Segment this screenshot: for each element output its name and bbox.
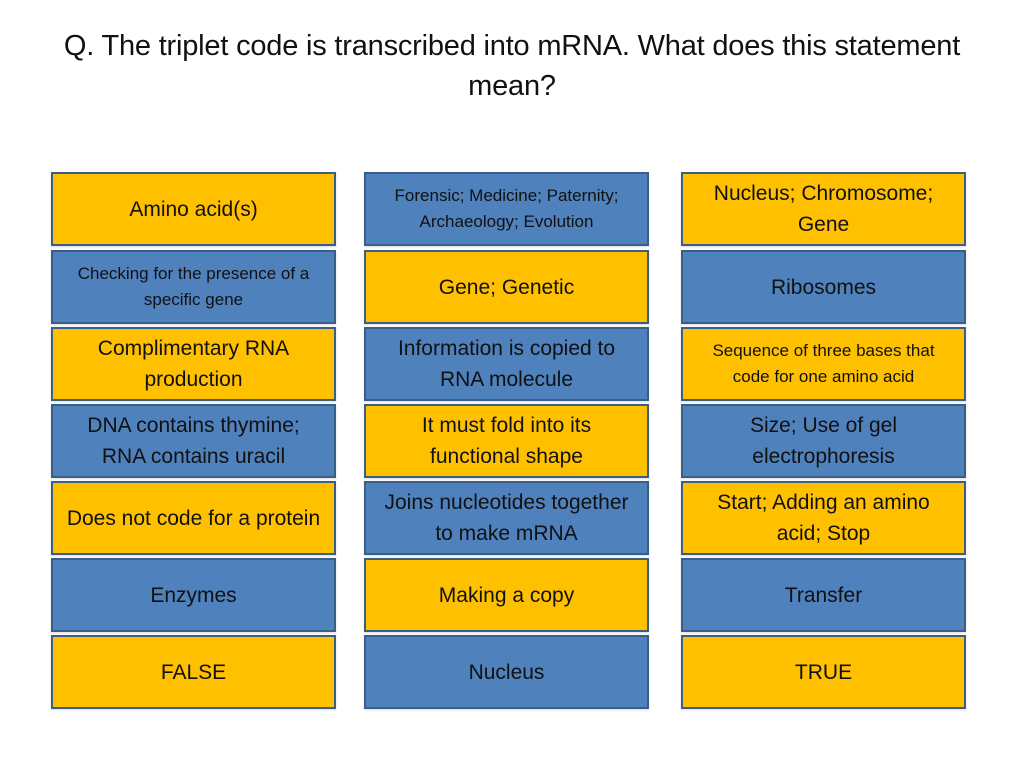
answer-card[interactable]: Making a copy: [364, 558, 649, 632]
answer-card[interactable]: DNA contains thymine; RNA contains uraci…: [51, 404, 336, 478]
answer-card-label: Transfer: [784, 583, 863, 607]
answer-card[interactable]: Sequence of three bases that code for on…: [681, 327, 966, 401]
answer-grid: Amino acid(s) Checking for the presence …: [0, 0, 1024, 768]
answer-card-label: Joins nucleotides together to make mRNA: [384, 491, 629, 545]
answer-card[interactable]: Complimentary RNA production: [51, 327, 336, 401]
answer-card-label: Gene; Genetic: [438, 275, 575, 299]
answer-card-label: Sequence of three bases that code for on…: [712, 341, 935, 386]
answer-card[interactable]: Nucleus: [364, 635, 649, 709]
answer-card[interactable]: Does not code for a protein: [51, 481, 336, 555]
answer-card[interactable]: Amino acid(s): [51, 172, 336, 246]
answer-card-label: Information is copied to RNA molecule: [397, 337, 616, 391]
answer-card[interactable]: Start; Adding an amino acid; Stop: [681, 481, 966, 555]
answer-card[interactable]: Transfer: [681, 558, 966, 632]
answer-card-label: Making a copy: [438, 583, 575, 607]
answer-card-label: Complimentary RNA production: [97, 337, 290, 391]
answer-card-label: Nucleus: [468, 660, 545, 684]
answer-card-label: Nucleus; Chromosome; Gene: [713, 182, 934, 236]
answer-card[interactable]: Size; Use of gel electrophoresis: [681, 404, 966, 478]
answer-card[interactable]: Gene; Genetic: [364, 250, 649, 324]
answer-card[interactable]: TRUE: [681, 635, 966, 709]
answer-card[interactable]: FALSE: [51, 635, 336, 709]
answer-card-label: Checking for the presence of a specific …: [77, 264, 310, 309]
answer-card-label: Does not code for a protein: [66, 506, 321, 530]
answer-card[interactable]: Enzymes: [51, 558, 336, 632]
answer-card[interactable]: Joins nucleotides together to make mRNA: [364, 481, 649, 555]
answer-card-label: TRUE: [794, 660, 853, 684]
answer-card[interactable]: Checking for the presence of a specific …: [51, 250, 336, 324]
answer-card-label: Enzymes: [150, 583, 237, 607]
answer-card[interactable]: It must fold into its functional shape: [364, 404, 649, 478]
answer-card-label: Ribosomes: [770, 275, 877, 299]
answer-card-label: DNA contains thymine; RNA contains uraci…: [87, 414, 300, 468]
answer-card-label: It must fold into its functional shape: [421, 414, 592, 468]
answer-card-label: FALSE: [160, 660, 227, 684]
answer-card-label: Amino acid(s): [129, 197, 258, 221]
answer-card-label: Start; Adding an amino acid; Stop: [717, 491, 930, 545]
answer-card[interactable]: Ribosomes: [681, 250, 966, 324]
answer-card-label: Forensic; Medicine; Paternity; Archaeolo…: [394, 186, 619, 231]
answer-card[interactable]: Nucleus; Chromosome; Gene: [681, 172, 966, 246]
answer-card-label: Size; Use of gel electrophoresis: [749, 414, 898, 468]
answer-card[interactable]: Forensic; Medicine; Paternity; Archaeolo…: [364, 172, 649, 246]
answer-card[interactable]: Information is copied to RNA molecule: [364, 327, 649, 401]
